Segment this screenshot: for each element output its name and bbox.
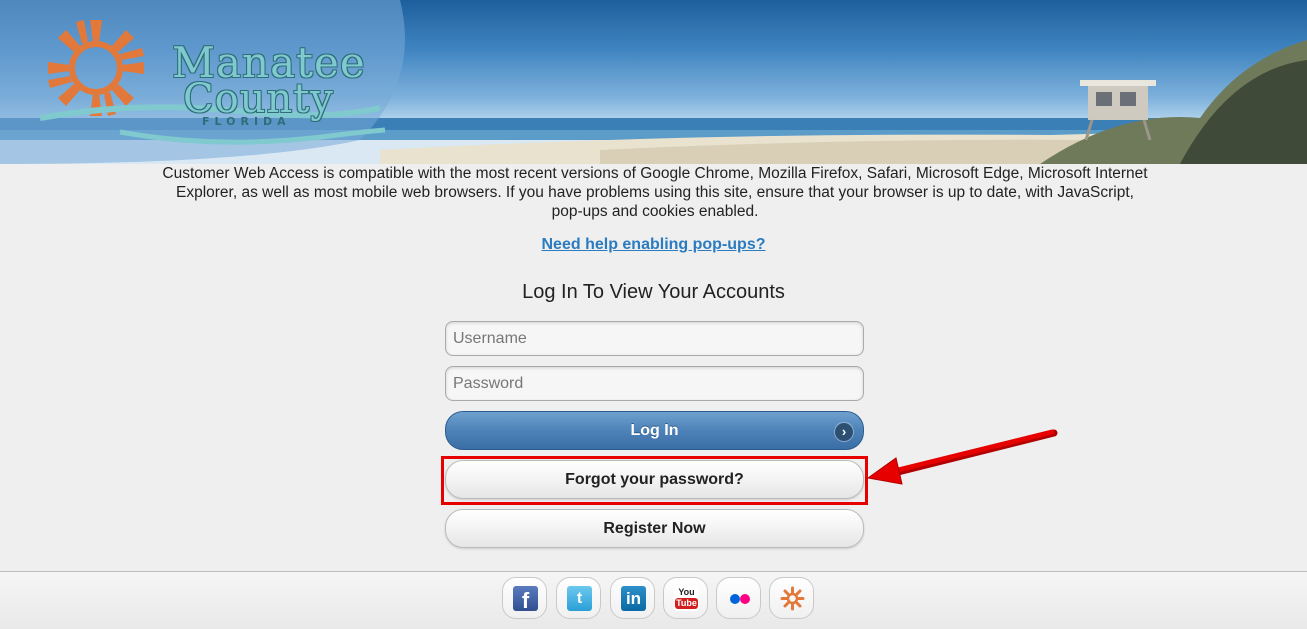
facebook-link[interactable]: f bbox=[502, 577, 547, 619]
linkedin-icon: in bbox=[621, 586, 646, 611]
browser-compatibility-notice: Customer Web Access is compatible with t… bbox=[162, 165, 1148, 220]
twitter-icon: t bbox=[567, 586, 592, 611]
twitter-link[interactable]: t bbox=[556, 577, 601, 619]
youtube-icon: You Tube bbox=[674, 586, 699, 611]
forgot-password-label: Forgot your password? bbox=[565, 471, 744, 488]
login-title: Log In To View Your Accounts bbox=[522, 281, 785, 303]
login-button[interactable]: Log In › bbox=[445, 411, 864, 450]
manatee-county-link[interactable] bbox=[769, 577, 814, 619]
login-button-label: Log In bbox=[630, 422, 679, 439]
logo-florida-text: FLORIDA bbox=[202, 115, 291, 128]
chevron-right-icon: › bbox=[835, 423, 853, 441]
forgot-password-button[interactable]: Forgot your password? bbox=[445, 460, 864, 499]
username-input[interactable] bbox=[445, 321, 864, 356]
youtube-icon-bottom: Tube bbox=[675, 598, 698, 609]
sun-icon bbox=[780, 586, 805, 611]
popup-help-link[interactable]: Need help enabling pop-ups? bbox=[0, 236, 1307, 254]
annotation-arrow-icon bbox=[866, 429, 1058, 485]
youtube-icon-top: You bbox=[678, 587, 695, 597]
password-input[interactable] bbox=[445, 366, 864, 401]
flickr-icon bbox=[727, 586, 752, 611]
flickr-link[interactable] bbox=[716, 577, 761, 619]
header-banner: Manatee County FLORIDA bbox=[0, 0, 1307, 164]
linkedin-link[interactable]: in bbox=[610, 577, 655, 619]
register-label: Register Now bbox=[603, 520, 706, 537]
youtube-link[interactable]: You Tube bbox=[663, 577, 708, 619]
facebook-icon: f bbox=[513, 586, 538, 613]
register-button[interactable]: Register Now bbox=[445, 509, 864, 548]
